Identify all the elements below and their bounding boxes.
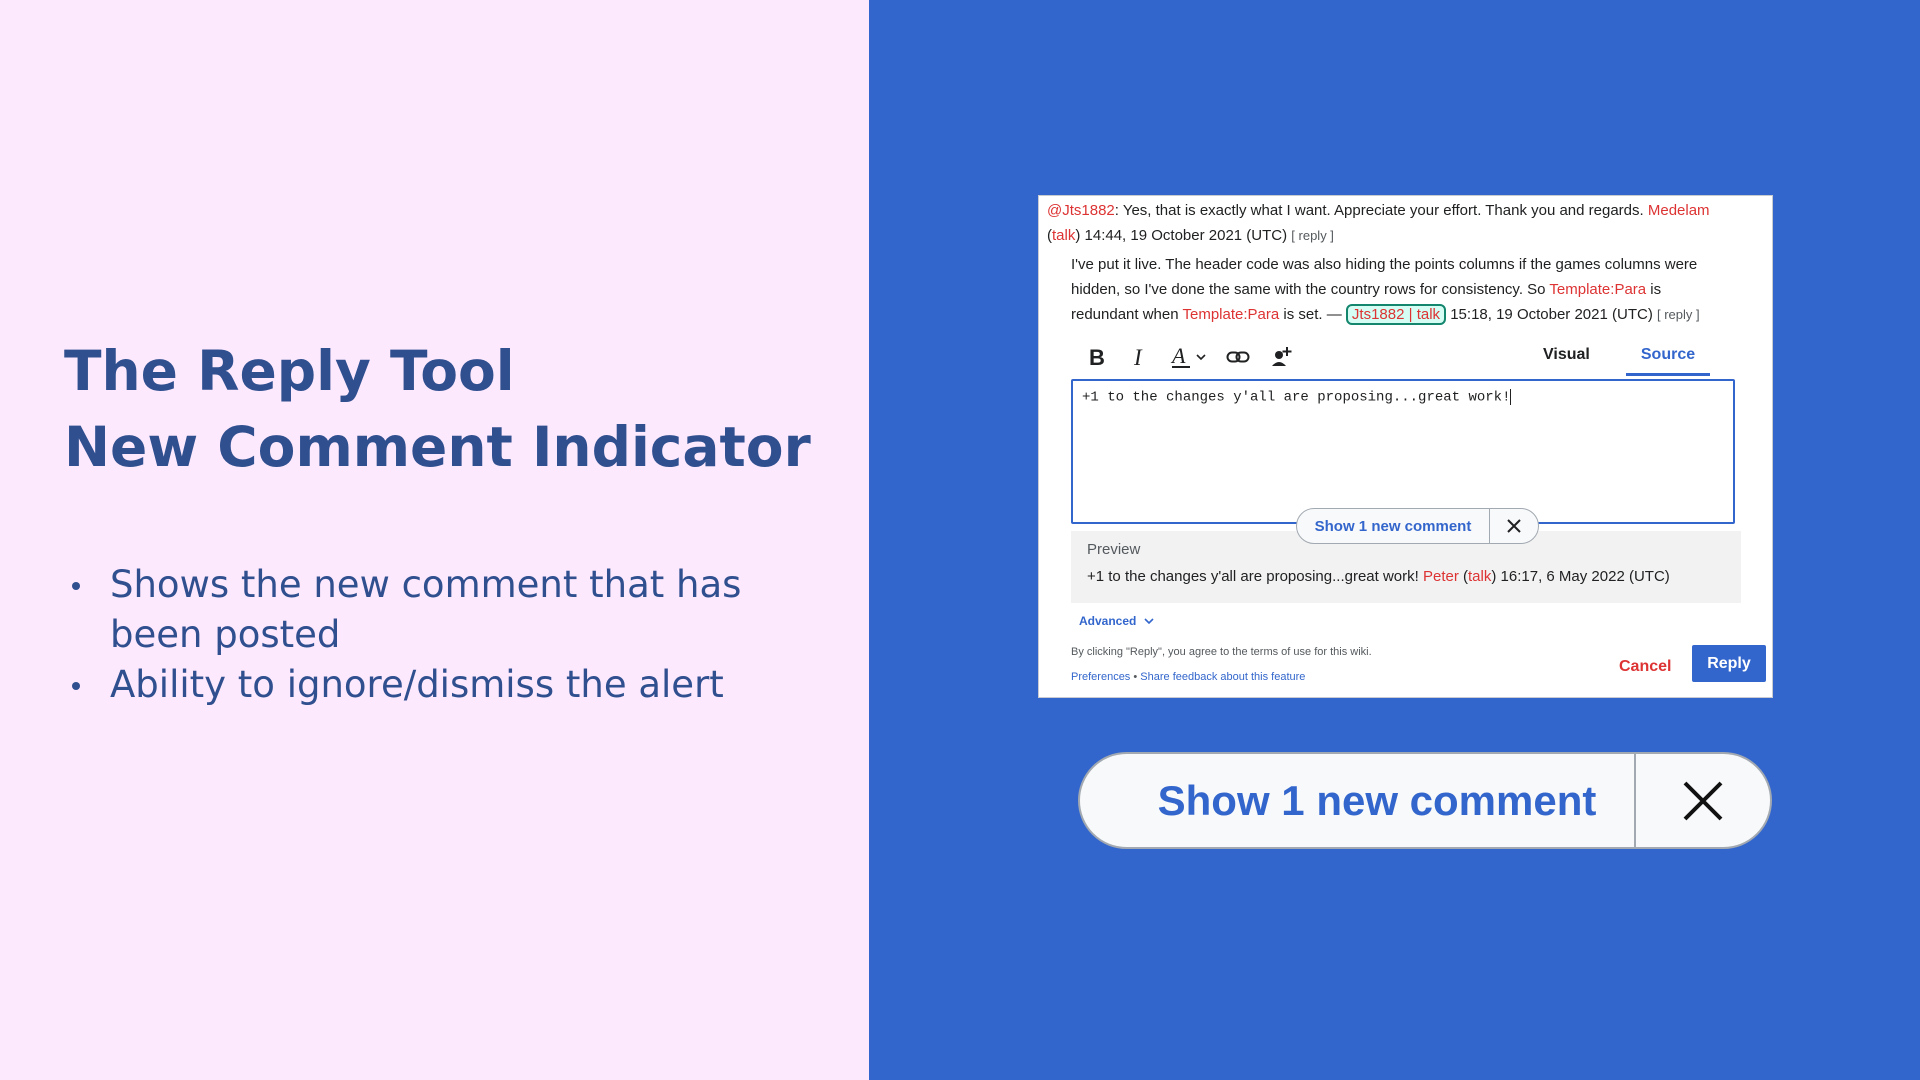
- bold-button[interactable]: B: [1085, 342, 1111, 372]
- comment-1-timestamp: 14:44, 19 October 2021 (UTC): [1084, 227, 1288, 244]
- preview-heading: Preview: [1087, 541, 1141, 558]
- editor-toolbar: B I A Visual Source: [1071, 338, 1746, 378]
- comment-2-line2: hidden, so I've done the same with the c…: [1071, 280, 1661, 300]
- show-new-comment-button[interactable]: Show 1 new comment: [1080, 754, 1636, 847]
- comment-1-line2: (talk) 14:44, 19 October 2021 (UTC) [ re…: [1047, 227, 1334, 244]
- bullet-text: Ability to ignore/dismiss the alert: [110, 663, 724, 706]
- tab-source[interactable]: Source: [1626, 346, 1710, 376]
- bullet-item: Ability to ignore/dismiss the alert: [70, 660, 790, 710]
- highlighted-user-link[interactable]: Jts1882 | talk: [1345, 304, 1447, 325]
- comment-2-text: hidden, so I've done the same with the c…: [1071, 281, 1546, 298]
- comment-2-timestamp: 15:18, 19 October 2021 (UTC): [1450, 306, 1653, 323]
- comment-2-text: is: [1650, 281, 1662, 298]
- bold-icon: B: [1089, 346, 1105, 368]
- template-link[interactable]: Template:Para: [1183, 306, 1280, 323]
- dismiss-button[interactable]: [1636, 754, 1770, 847]
- comment-1-text: : Yes, that is exactly what I want. Appr…: [1114, 202, 1644, 219]
- comment-1-reply-link[interactable]: [ reply ]: [1291, 228, 1334, 243]
- bullet-dot: [72, 582, 80, 590]
- svg-text:B: B: [1089, 346, 1105, 368]
- comment-1-author-link[interactable]: Medelam: [1648, 202, 1710, 219]
- mention-button[interactable]: [1267, 342, 1297, 372]
- new-comment-indicator-small: Show 1 new comment: [1296, 508, 1539, 544]
- preview-author-link[interactable]: Peter: [1423, 568, 1459, 585]
- template-link[interactable]: Template:Para: [1549, 281, 1646, 298]
- italic-icon: I: [1133, 346, 1143, 368]
- bullet-text: Shows the new comment that has been post…: [110, 563, 742, 656]
- preview-comment-text: +1 to the changes y'all are proposing...…: [1087, 568, 1419, 585]
- mention-link[interactable]: @Jts1882: [1047, 202, 1115, 219]
- reply-textarea-value: +1 to the changes y'all are proposing...…: [1082, 389, 1511, 406]
- bullet-item: Shows the new comment that has been post…: [70, 560, 790, 660]
- slide-title-line2: New Comment Indicator: [64, 415, 811, 479]
- svg-text:I: I: [1133, 346, 1143, 368]
- bullet-list: Shows the new comment that has been post…: [70, 560, 790, 710]
- chevron-down-icon: [1144, 618, 1154, 625]
- text-caret: [1510, 389, 1512, 405]
- slide-title: The Reply Tool New Comment Indicator: [64, 333, 811, 485]
- link-button[interactable]: [1223, 342, 1253, 372]
- italic-button[interactable]: I: [1127, 342, 1153, 372]
- cancel-button[interactable]: Cancel: [1619, 658, 1671, 676]
- comment-2-text: redundant when: [1071, 306, 1179, 323]
- slide-left-panel: The Reply Tool New Comment Indicator Sho…: [0, 0, 869, 1080]
- reply-textarea[interactable]: +1 to the changes y'all are proposing...…: [1071, 379, 1735, 524]
- footer-separator: •: [1133, 671, 1138, 683]
- bullet-dot: [72, 682, 80, 690]
- comment-2-reply-link[interactable]: [ reply ]: [1657, 307, 1700, 322]
- preferences-link[interactable]: Preferences: [1071, 671, 1130, 683]
- feedback-link[interactable]: Share feedback about this feature: [1140, 671, 1305, 683]
- reply-button[interactable]: Reply: [1692, 645, 1766, 682]
- new-comment-indicator-large: Show 1 new comment: [1078, 752, 1772, 849]
- slide-title-line1: The Reply Tool: [64, 339, 515, 403]
- terms-text: By clicking "Reply", you agree to the te…: [1071, 646, 1372, 658]
- tab-visual[interactable]: Visual: [1543, 346, 1590, 376]
- footer-links: Preferences • Share feedback about this …: [1071, 671, 1305, 683]
- add-user-icon: [1272, 347, 1292, 366]
- advanced-toggle[interactable]: Advanced: [1079, 614, 1154, 628]
- show-new-comment-button[interactable]: Show 1 new comment: [1297, 509, 1490, 543]
- comment-2-line3: redundant when Template:Para is set. — J…: [1071, 304, 1700, 325]
- advanced-label: Advanced: [1079, 614, 1137, 628]
- preview-timestamp: 16:17, 6 May 2022 (UTC): [1500, 568, 1670, 585]
- svg-text:A: A: [1170, 344, 1186, 368]
- text-style-button[interactable]: A: [1169, 342, 1213, 372]
- comment-2-text: is set. —: [1283, 306, 1342, 323]
- link-icon: [1226, 351, 1250, 363]
- comment-1-talk-link[interactable]: talk: [1052, 227, 1075, 244]
- dismiss-button[interactable]: [1490, 509, 1538, 543]
- preview-text: +1 to the changes y'all are proposing...…: [1087, 568, 1670, 585]
- close-icon: [1683, 781, 1723, 820]
- close-icon: [1507, 519, 1521, 533]
- reply-tool-card: @Jts1882: Yes, that is exactly what I wa…: [1038, 195, 1773, 698]
- preview-talk-link[interactable]: talk: [1468, 568, 1491, 585]
- comment-1-line1: @Jts1882: Yes, that is exactly what I wa…: [1047, 201, 1710, 221]
- text-style-icon: A: [1170, 344, 1206, 368]
- comment-2-line1: I've put it live. The header code was al…: [1071, 256, 1698, 273]
